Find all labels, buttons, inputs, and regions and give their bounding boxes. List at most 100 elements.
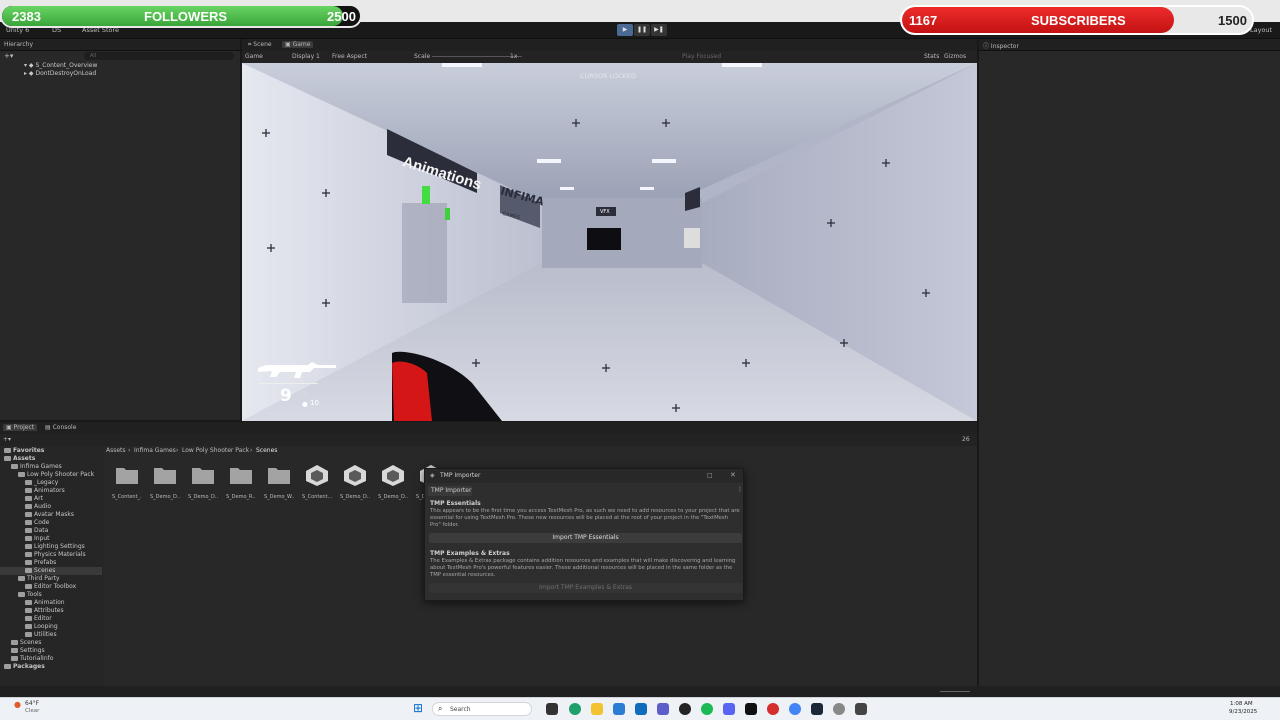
- asset-folder[interactable]: S_Demo_W...: [264, 464, 294, 500]
- folder-icon: [18, 472, 25, 477]
- unity-taskbar-icon[interactable]: [855, 703, 867, 715]
- tree-item[interactable]: Code: [0, 519, 102, 527]
- start-icon[interactable]: ⊞: [413, 701, 423, 715]
- breadcrumb-assets[interactable]: Assets: [106, 447, 126, 454]
- tree-item[interactable]: Scenes: [0, 639, 102, 647]
- tree-item[interactable]: Attributes: [0, 607, 102, 615]
- tree-item[interactable]: Looping: [0, 623, 102, 631]
- followers-goal-bar: 2383 FOLLOWERS 2500: [0, 4, 362, 28]
- taskbar-search-box[interactable]: ⌕ Search: [432, 702, 532, 716]
- folder-icon: [25, 552, 32, 557]
- clock-time[interactable]: 1:08 AM: [1230, 701, 1253, 707]
- scale-slider[interactable]: [432, 56, 522, 57]
- edge-icon[interactable]: [569, 703, 581, 715]
- tree-item[interactable]: Assets: [0, 455, 102, 463]
- tiktok-icon[interactable]: [745, 703, 757, 715]
- task-view-icon[interactable]: [546, 703, 558, 715]
- close-icon[interactable]: ✕: [730, 471, 736, 479]
- project-add-button[interactable]: +▾: [3, 436, 11, 443]
- display-dropdown[interactable]: Display 1: [292, 53, 320, 60]
- tree-item[interactable]: Audio: [0, 503, 102, 511]
- tree-item[interactable]: Infima Games: [0, 463, 102, 471]
- store-icon[interactable]: [613, 703, 625, 715]
- play-focused-dropdown[interactable]: Play Focused: [682, 53, 721, 60]
- scale-value: 1x: [510, 53, 518, 60]
- breadcrumb-infima[interactable]: Infima Games: [134, 447, 176, 454]
- aspect-dropdown[interactable]: Free Aspect: [332, 53, 367, 60]
- tree-item-label: Input: [34, 535, 50, 542]
- teams-icon[interactable]: [657, 703, 669, 715]
- tree-item[interactable]: Data: [0, 527, 102, 535]
- tree-item[interactable]: Editor Toolbox: [0, 583, 102, 591]
- tree-item[interactable]: Utilities: [0, 631, 102, 639]
- tree-item[interactable]: Physics Materials: [0, 551, 102, 559]
- weather-temp[interactable]: 64°F: [25, 700, 39, 707]
- asset-folder[interactable]: S_Content_...: [112, 464, 142, 500]
- stats-button[interactable]: Stats: [924, 53, 939, 60]
- app-icon[interactable]: [679, 703, 691, 715]
- dialog-tab[interactable]: TMP Importer: [428, 486, 472, 496]
- hierarchy-item-dontdestroy[interactable]: ▸ ◆ DontDestroyOnLoad: [24, 70, 96, 78]
- step-button[interactable]: ▶❚: [651, 24, 667, 36]
- tree-item[interactable]: Packages: [0, 663, 102, 671]
- tree-item[interactable]: Scenes: [0, 567, 102, 575]
- tab-project[interactable]: ▣ Project: [3, 424, 38, 431]
- recorder-icon[interactable]: [767, 703, 779, 715]
- explorer-icon[interactable]: [591, 703, 603, 715]
- tab-game[interactable]: ▣ Game: [282, 41, 314, 48]
- folder-icon: [25, 568, 32, 573]
- asset-scene[interactable]: S_Content...: [302, 464, 332, 500]
- tree-item[interactable]: Third Party: [0, 575, 102, 583]
- scale-label: Scale: [414, 53, 431, 60]
- game-mode-dropdown[interactable]: Game: [245, 53, 263, 60]
- tree-item[interactable]: Animation: [0, 599, 102, 607]
- layout-dropdown[interactable]: Layout: [1250, 26, 1272, 34]
- tree-item[interactable]: Low Poly Shooter Pack: [0, 471, 102, 479]
- import-extras-button[interactable]: Import TMP Examples & Extras: [429, 583, 742, 593]
- breadcrumb-scenes[interactable]: Scenes: [256, 447, 277, 454]
- hierarchy-search-input[interactable]: All: [84, 52, 234, 60]
- tree-item-label: Editor Toolbox: [34, 583, 77, 590]
- game-scene-render: [242, 63, 977, 421]
- tab-inspector[interactable]: ⓘ Inspector: [983, 41, 1019, 50]
- tree-item[interactable]: Favorites: [0, 447, 102, 455]
- tree-item[interactable]: _Legacy: [0, 479, 102, 487]
- spotify-icon[interactable]: [701, 703, 713, 715]
- asset-scene[interactable]: S_Demo_D...: [378, 464, 408, 500]
- hierarchy-item-scene[interactable]: ▾ ◆ S_Content_Overview: [24, 62, 97, 70]
- asset-folder[interactable]: S_Demo_D...: [188, 464, 218, 500]
- steam-icon[interactable]: [811, 703, 823, 715]
- asset-folder[interactable]: S_Demo_R...: [226, 464, 256, 500]
- icon-size-slider[interactable]: [940, 691, 970, 692]
- pause-button[interactable]: ❚❚: [634, 24, 650, 36]
- tree-item-label: Attributes: [34, 607, 64, 614]
- outlook-icon[interactable]: [635, 703, 647, 715]
- breadcrumb-lowpoly[interactable]: Low Poly Shooter Pack: [182, 447, 249, 454]
- add-icon[interactable]: +▾: [4, 52, 13, 60]
- tree-item[interactable]: Input: [0, 535, 102, 543]
- chrome-icon[interactable]: [789, 703, 801, 715]
- tree-item[interactable]: Editor: [0, 615, 102, 623]
- game-viewport[interactable]: CURSOR LOCKED Animations INFIMA GAMES VF…: [242, 63, 977, 421]
- maximize-icon[interactable]: □: [707, 472, 713, 479]
- tab-scene[interactable]: ⌗ Scene: [248, 41, 272, 49]
- tab-console[interactable]: ▤ Console: [45, 424, 76, 431]
- asset-scene[interactable]: S_Demo_D...: [340, 464, 370, 500]
- gizmos-button[interactable]: Gizmos: [944, 53, 966, 60]
- play-button[interactable]: ▶: [617, 24, 633, 36]
- tree-item[interactable]: Avatar Masks: [0, 511, 102, 519]
- tab-hierarchy[interactable]: Hierarchy: [4, 41, 33, 48]
- tree-item[interactable]: Tools: [0, 591, 102, 599]
- tree-item[interactable]: TutorialInfo: [0, 655, 102, 663]
- hidden-packages-count: 26: [962, 436, 970, 443]
- tree-item[interactable]: Art: [0, 495, 102, 503]
- discord-icon[interactable]: [723, 703, 735, 715]
- import-essentials-button[interactable]: Import TMP Essentials: [429, 533, 742, 543]
- tree-item[interactable]: Settings: [0, 647, 102, 655]
- asset-folder[interactable]: S_Demo_D...: [150, 464, 180, 500]
- tree-item[interactable]: Lighting Settings: [0, 543, 102, 551]
- kebab-menu-icon[interactable]: ⋮: [737, 486, 743, 493]
- tree-item[interactable]: Animators: [0, 487, 102, 495]
- tree-item[interactable]: Prefabs: [0, 559, 102, 567]
- settings-icon[interactable]: [833, 703, 845, 715]
